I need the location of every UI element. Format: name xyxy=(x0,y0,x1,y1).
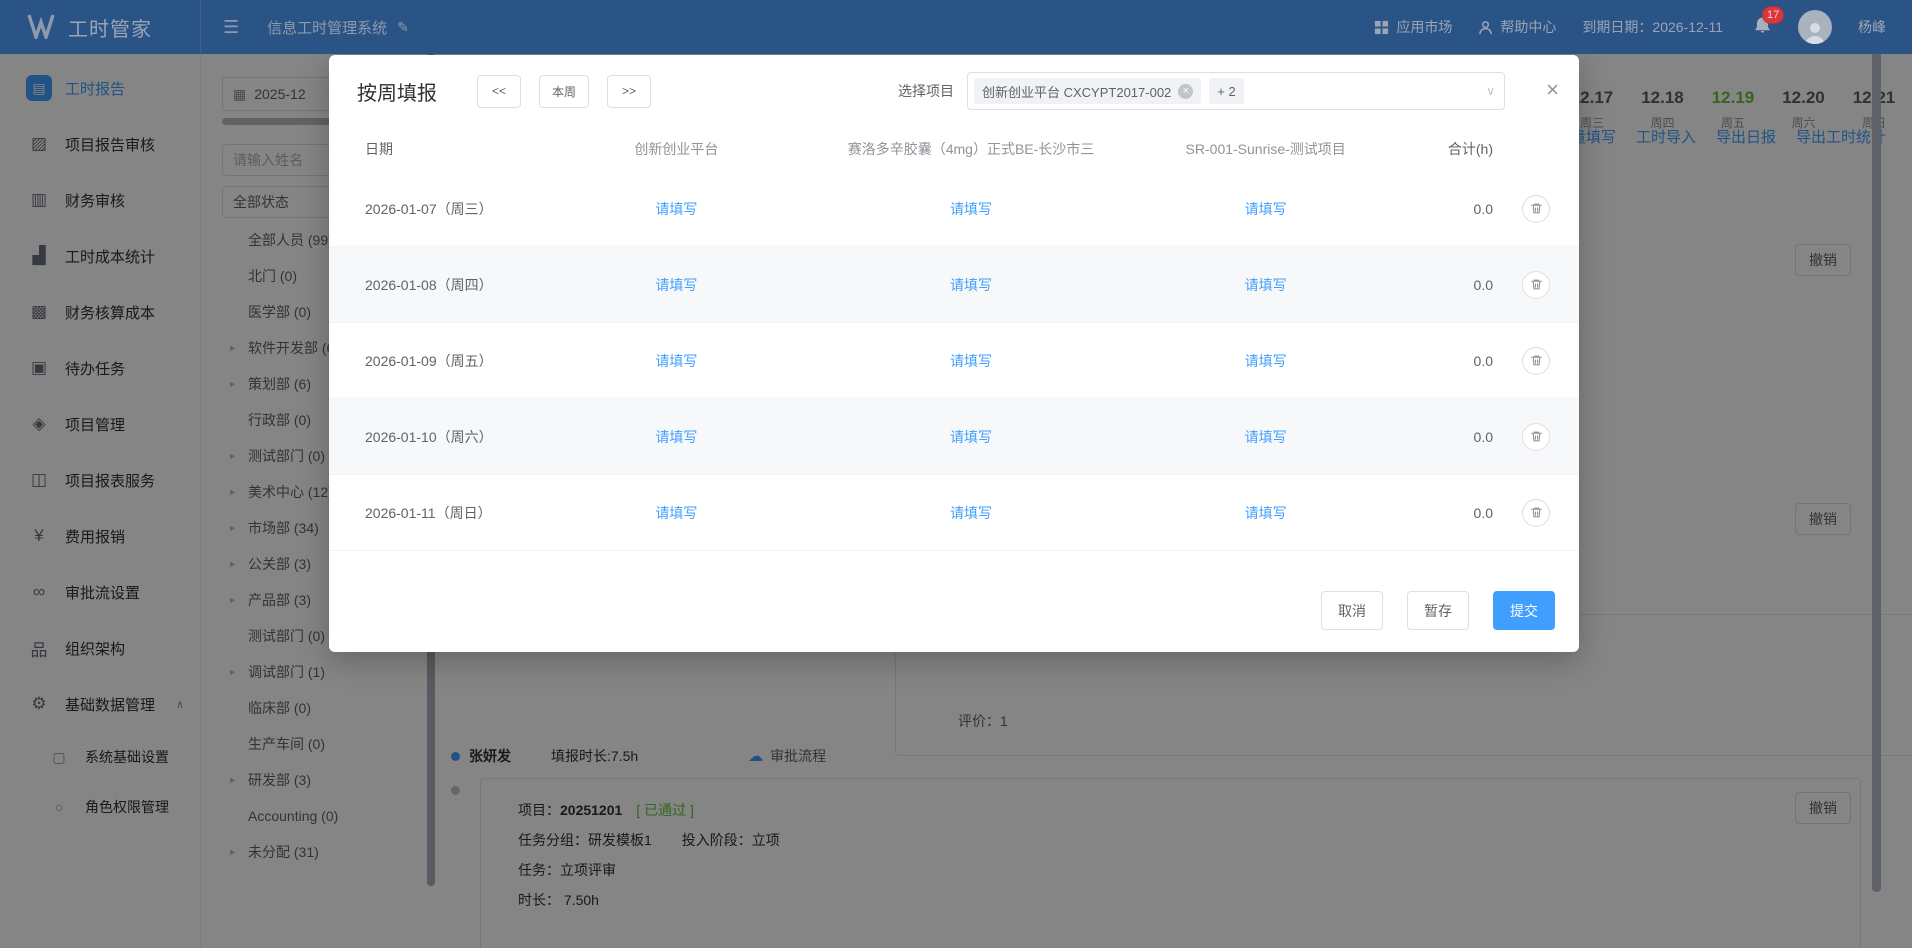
fill-link[interactable]: 请填写 xyxy=(655,505,697,521)
edit-icon[interactable]: ✎ xyxy=(397,19,409,36)
fill-link[interactable]: 请填写 xyxy=(655,277,697,293)
row-date: 2026-01-08（周四） xyxy=(329,275,529,295)
row-total: 0.0 xyxy=(1413,505,1493,521)
week-table-body: 2026-01-07（周三） 请填写 请填写 请填写 0.0 2026- xyxy=(329,171,1579,551)
fill-link[interactable]: 请填写 xyxy=(950,277,992,293)
delete-row-button[interactable] xyxy=(1522,347,1550,375)
logo: 工时管家 xyxy=(0,13,200,42)
row-total: 0.0 xyxy=(1413,429,1493,445)
fill-link[interactable]: 请填写 xyxy=(950,429,992,445)
delete-row-button[interactable] xyxy=(1522,271,1550,299)
expiry-date: 到期日期：2026-12-11 xyxy=(1582,17,1723,37)
week-row: 2026-01-07（周三） 请填写 请填写 请填写 0.0 xyxy=(329,171,1579,247)
week-row: 2026-01-10（周六） 请填写 请填写 请填写 0.0 xyxy=(329,399,1579,475)
grid-icon xyxy=(1374,20,1389,35)
project-multiselect[interactable]: 创新创业平台 CXCYPT2017-002 × + 2 ∨ xyxy=(967,72,1505,110)
row-date: 2026-01-10（周六） xyxy=(329,427,529,447)
fill-link[interactable]: 请填写 xyxy=(655,429,697,445)
dialog-header: 按周填报 << 本周 >> 选择项目 创新创业平台 CXCYPT2017-002… xyxy=(329,55,1579,127)
col-header-project-3: SR-001-Sunrise-测试项目 xyxy=(1118,139,1413,159)
next-week-button[interactable]: >> xyxy=(607,75,651,108)
top-header: 工时管家 ☰ 信息工时管理系统 ✎ 应用市场 帮助中心 到期日期：2026-12… xyxy=(0,0,1912,54)
delete-row-button[interactable] xyxy=(1522,499,1550,527)
fill-link[interactable]: 请填写 xyxy=(655,201,697,217)
week-row: 2026-01-11（周日） 请填写 请填写 请填写 0.0 xyxy=(329,475,1579,551)
hold-button[interactable]: 暂存 xyxy=(1407,591,1469,630)
week-nav: << 本周 >> xyxy=(477,75,651,108)
week-table: 日期 创新创业平台 赛洛多辛胶囊（4mg）正式BE-长沙市三 SR-001-Su… xyxy=(329,127,1579,551)
col-header-project-1: 创新创业平台 xyxy=(529,139,824,159)
fill-link[interactable]: 请填写 xyxy=(950,505,992,521)
dialog-footer: 取消 暂存 提交 xyxy=(1321,591,1555,630)
submit-button[interactable]: 提交 xyxy=(1493,591,1555,630)
notification-badge: 17 xyxy=(1762,6,1784,24)
col-header-total: 合计(h) xyxy=(1413,139,1493,159)
fill-link[interactable]: 请填写 xyxy=(950,201,992,217)
row-total: 0.0 xyxy=(1413,201,1493,217)
close-icon[interactable]: × xyxy=(1546,79,1559,101)
fill-link[interactable]: 请填写 xyxy=(950,353,992,369)
more-projects-tag: + 2 xyxy=(1209,78,1243,104)
notification-bell[interactable]: 17 xyxy=(1753,16,1772,38)
week-row: 2026-01-09（周五） 请填写 请填写 请填写 0.0 xyxy=(329,323,1579,399)
app-market-link[interactable]: 应用市场 xyxy=(1374,17,1452,37)
fill-link[interactable]: 请填写 xyxy=(655,353,697,369)
row-total: 0.0 xyxy=(1413,353,1493,369)
delete-row-button[interactable] xyxy=(1522,423,1550,451)
project-select-label: 选择项目 xyxy=(898,81,954,101)
help-center-link[interactable]: 帮助中心 xyxy=(1478,17,1556,37)
row-date: 2026-01-09（周五） xyxy=(329,351,529,371)
project-picker: 选择项目 创新创业平台 CXCYPT2017-002 × + 2 ∨ xyxy=(898,72,1505,110)
trash-icon xyxy=(1530,202,1543,215)
row-date: 2026-01-07（周三） xyxy=(329,199,529,219)
fill-link[interactable]: 请填写 xyxy=(1245,201,1287,217)
user-name: 杨峰 xyxy=(1858,17,1886,37)
trash-icon xyxy=(1530,278,1543,291)
dialog-title: 按周填报 xyxy=(357,77,437,106)
delete-row-button[interactable] xyxy=(1522,195,1550,223)
logo-w-icon xyxy=(26,13,56,42)
hamburger-icon[interactable]: ☰ xyxy=(223,17,239,38)
project-tag: 创新创业平台 CXCYPT2017-002 × xyxy=(974,78,1201,104)
topbar-divider xyxy=(200,0,201,54)
fill-link[interactable]: 请填写 xyxy=(1245,505,1287,521)
week-row: 2026-01-08（周四） 请填写 请填写 请填写 0.0 xyxy=(329,247,1579,323)
cancel-button[interactable]: 取消 xyxy=(1321,591,1383,630)
chevron-down-icon: ∨ xyxy=(1486,84,1495,98)
avatar[interactable] xyxy=(1798,10,1832,44)
tag-close-icon[interactable]: × xyxy=(1178,84,1193,99)
fill-link[interactable]: 请填写 xyxy=(1245,277,1287,293)
weekly-fill-dialog: 按周填报 << 本周 >> 选择项目 创新创业平台 CXCYPT2017-002… xyxy=(329,55,1579,652)
system-name: 信息工时管理系统 ✎ xyxy=(267,17,409,38)
col-header-date: 日期 xyxy=(329,139,529,159)
current-week-button[interactable]: 本周 xyxy=(539,75,589,108)
page: 工时管家 ☰ 信息工时管理系统 ✎ 应用市场 帮助中心 到期日期：2026-12… xyxy=(0,0,1912,948)
system-name-label: 信息工时管理系统 xyxy=(267,17,387,38)
app-title: 工时管家 xyxy=(68,13,152,42)
col-header-project-2: 赛洛多辛胶囊（4mg）正式BE-长沙市三 xyxy=(824,139,1119,159)
fill-link[interactable]: 请填写 xyxy=(1245,429,1287,445)
week-table-header: 日期 创新创业平台 赛洛多辛胶囊（4mg）正式BE-长沙市三 SR-001-Su… xyxy=(329,127,1579,171)
row-total: 0.0 xyxy=(1413,277,1493,293)
row-date: 2026-01-11（周日） xyxy=(329,503,529,523)
trash-icon xyxy=(1530,354,1543,367)
fill-link[interactable]: 请填写 xyxy=(1245,353,1287,369)
trash-icon xyxy=(1530,430,1543,443)
trash-icon xyxy=(1530,506,1543,519)
person-icon xyxy=(1478,20,1493,35)
prev-week-button[interactable]: << xyxy=(477,75,521,108)
